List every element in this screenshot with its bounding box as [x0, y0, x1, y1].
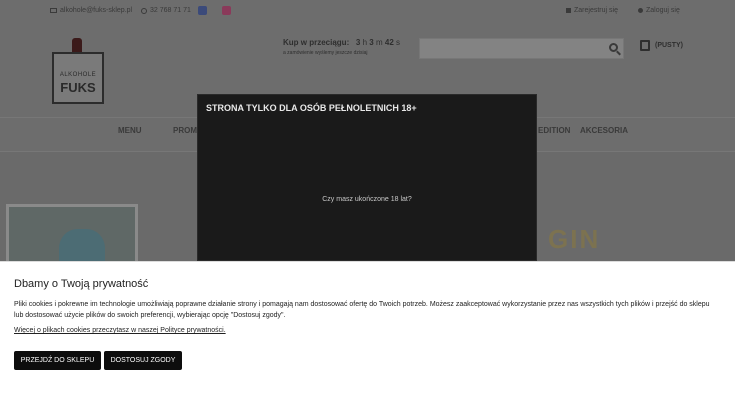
timer-subtitle: a zamówienie wyślemy jeszcze dzisiaj: [283, 50, 368, 56]
envelope-icon: [50, 8, 57, 13]
shopping-bag-icon: [640, 40, 650, 51]
logo-frame: [52, 52, 104, 104]
privacy-policy-link[interactable]: Więcej o plikach cookies przeczytasz w n…: [14, 327, 226, 334]
nav-menu[interactable]: MENU: [118, 126, 142, 135]
facebook-icon[interactable]: [198, 6, 207, 15]
email-text: alkohole@fuks-sklep.pl: [60, 7, 133, 14]
search-icon[interactable]: [609, 43, 618, 52]
top-bar: alkohole@fuks-sklep.pl 32 768 71 71 Zare…: [0, 0, 735, 22]
hero-gin-text: GIN: [548, 224, 601, 254]
cart-label: (PUSTY): [655, 42, 683, 49]
nav-accessories[interactable]: AKCESORIA: [580, 126, 628, 135]
logo-line2: FUKS: [60, 80, 96, 95]
cookie-banner: Dbamy o Twoją prywatność Pliki cookies i…: [0, 261, 735, 413]
timer-label: Kup w przeciągu:: [283, 38, 350, 47]
phone-icon: [141, 7, 147, 14]
timer-seconds: 42: [384, 38, 394, 47]
login-text: Zaloguj się: [646, 7, 680, 14]
timer-hours: 3: [355, 38, 361, 47]
user-icon: [638, 8, 643, 13]
cookie-title: Dbamy o Twoją prywatność: [14, 278, 149, 290]
register-text: Zarejestruj się: [574, 7, 618, 14]
login-link[interactable]: Zaloguj się: [638, 7, 680, 14]
instagram-icon[interactable]: [222, 6, 231, 15]
lock-icon: [566, 8, 571, 13]
customize-consent-button[interactable]: DOSTOSUJ ZGODY: [104, 351, 182, 370]
timer-seconds-unit: s: [396, 38, 401, 47]
timer-minutes: 3: [369, 38, 374, 47]
shipping-timer: Kup w przeciągu: 3 h 3 m 42 s a zamówien…: [283, 38, 401, 56]
age-verification-modal: STRONA TYLKO DLA OSÓB PEŁNOLETNICH 18+ C…: [197, 94, 537, 261]
site-logo[interactable]: ALKOHOLE FUKS: [50, 38, 106, 106]
register-link[interactable]: Zarejestruj się: [566, 7, 618, 14]
nav-edition[interactable]: EDITION: [538, 126, 570, 135]
accept-cookies-button[interactable]: PRZEJDŹ DO SKLEPU: [14, 351, 101, 370]
timer-hours-unit: h: [362, 38, 368, 47]
phone-link[interactable]: 32 768 71 71: [141, 7, 191, 14]
age-modal-question: Czy masz ukończone 18 lat?: [322, 196, 412, 203]
cart-button[interactable]: (PUSTY): [640, 40, 683, 51]
email-link[interactable]: alkohole@fuks-sklep.pl: [50, 7, 132, 14]
logo-line1: ALKOHOLE: [59, 72, 97, 78]
cookie-description: Pliki cookies i pokrewne im technologie …: [14, 301, 710, 319]
search-input[interactable]: [419, 38, 624, 59]
timer-minutes-unit: m: [375, 38, 383, 47]
age-modal-title: STRONA TYLKO DLA OSÓB PEŁNOLETNICH 18+: [206, 103, 417, 113]
phone-text: 32 768 71 71: [150, 7, 191, 14]
